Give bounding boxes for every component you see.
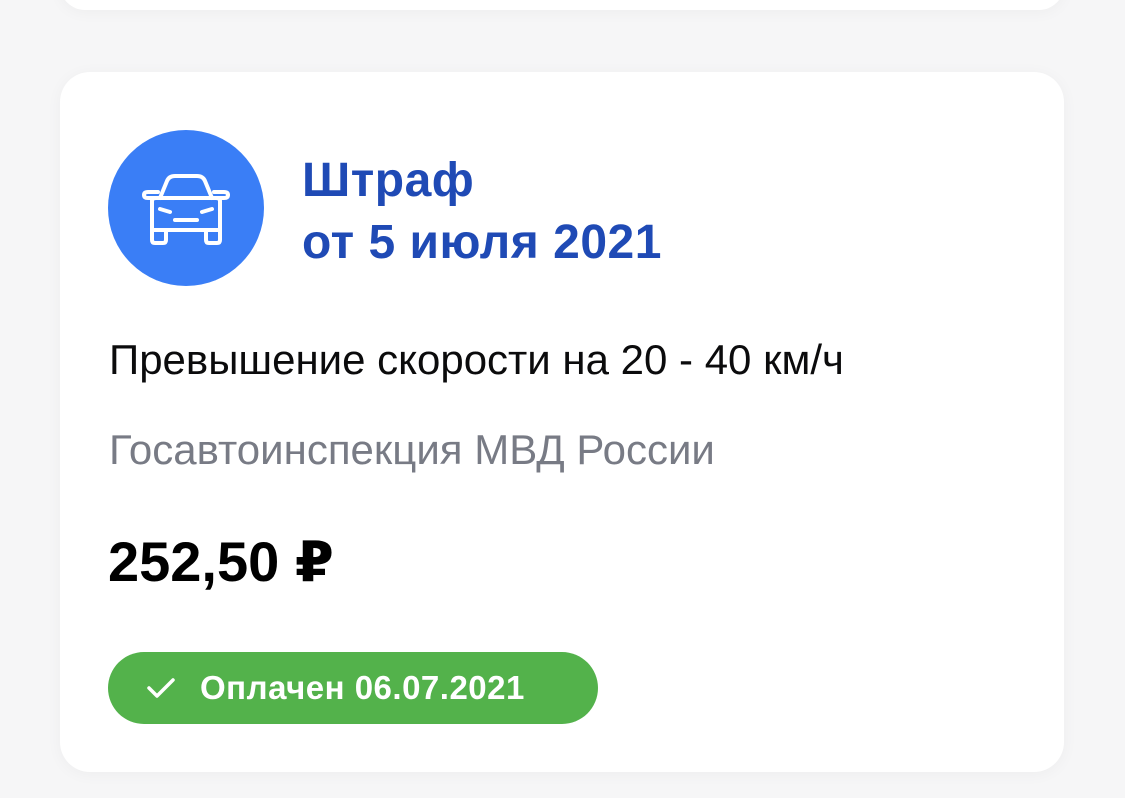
- fine-card[interactable]: Штраф от 5 июля 2021 Превышение скорости…: [60, 72, 1064, 772]
- fine-title-line1: Штраф: [302, 154, 475, 207]
- status-label: Оплачен 06.07.2021: [200, 669, 525, 706]
- fine-title-line2: от 5 июля 2021: [302, 216, 662, 269]
- car-icon: [108, 130, 264, 286]
- check-icon: [146, 673, 176, 703]
- fine-title: Штраф от 5 июля 2021: [302, 150, 662, 274]
- status-badge: Оплачен 06.07.2021: [108, 652, 598, 724]
- fine-amount: 252,50 ₽: [108, 530, 334, 593]
- previous-card[interactable]: [60, 0, 1064, 10]
- fine-description: Превышение скорости на 20 - 40 км/ч: [109, 336, 844, 383]
- fine-organization: Госавтоинспекция МВД России: [109, 426, 715, 473]
